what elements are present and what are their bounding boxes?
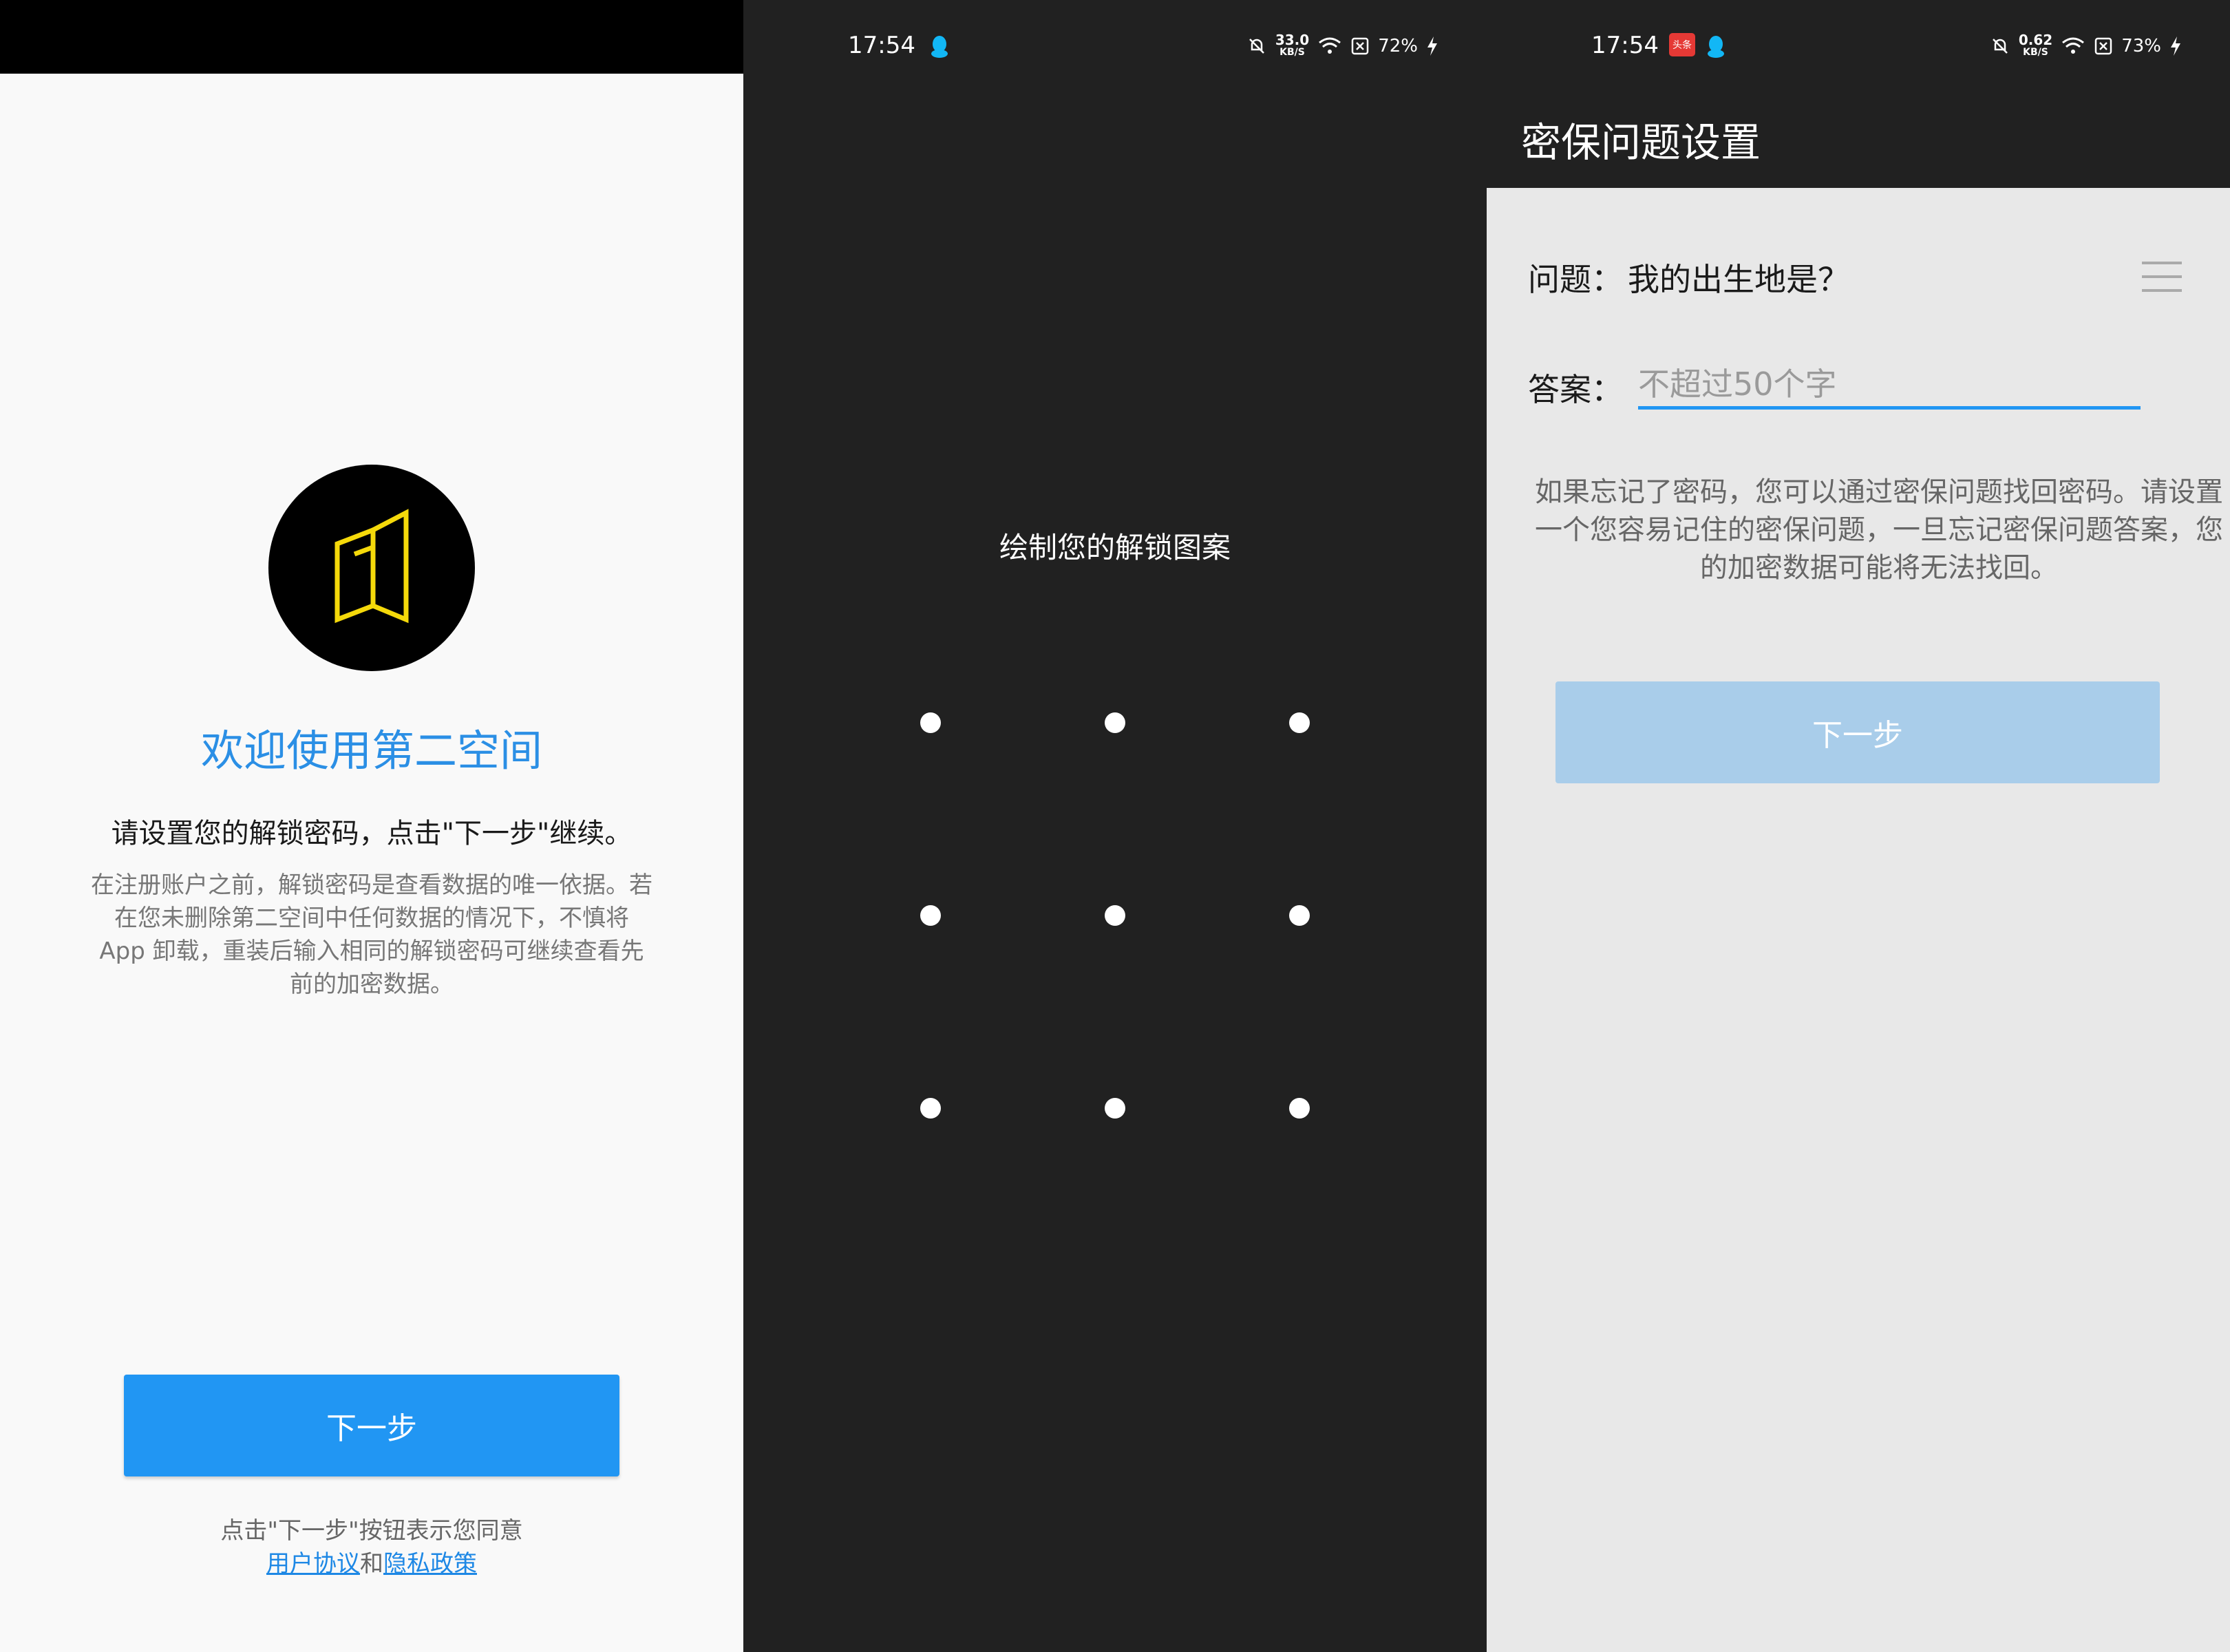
charging-icon	[2171, 36, 2180, 56]
instruction-text: 请设置您的解锁密码，点击"下一步"继续。	[111, 818, 633, 849]
hint-text: 如果忘记了密码，您可以通过密保问题找回密码。请设置一个您容易记住的密保问题，一旦…	[1535, 476, 2223, 584]
welcome-title: 欢迎使用第二空间	[200, 726, 542, 776]
qq-icon	[1708, 36, 1724, 58]
status-bar: 17:54 头条 0.62 KB/S 73%	[1487, 0, 2230, 93]
agree-text: 点击"下一步"按钮表示您同意	[220, 1517, 523, 1545]
bell-off-icon	[1992, 39, 2008, 54]
pattern-dot[interactable]	[1105, 1098, 1125, 1119]
pattern-dot[interactable]	[1289, 712, 1310, 733]
user-agreement-link[interactable]: 用户协议	[266, 1550, 360, 1578]
pattern-dot[interactable]	[1289, 1098, 1310, 1119]
pattern-dot[interactable]	[920, 905, 941, 926]
sim-error-icon	[1351, 37, 1369, 55]
pattern-dot[interactable]	[1105, 712, 1125, 733]
battery-percent: 72%	[1378, 36, 1418, 56]
description-text: 在注册账户之前，解锁密码是查看数据的唯一依据。若在您未删除第二空间中任何数据的情…	[91, 871, 652, 998]
next-button[interactable]: 下一步	[124, 1375, 619, 1476]
qq-icon	[931, 36, 948, 58]
pattern-title: 绘制您的解锁图案	[999, 531, 1231, 564]
status-icons: 0.62 KB/S 73%	[1990, 30, 2182, 62]
status-time: 17:54	[848, 32, 915, 59]
toutiao-icon: 头条	[1669, 33, 1695, 56]
question-value[interactable]: 我的出生地是？	[1628, 255, 1849, 300]
security-question-screen: 17:54 头条 0.62 KB/S 73% 密保问题设置 问题： 我的出生地是…	[1487, 0, 2230, 1652]
status-time: 17:54	[1591, 32, 1659, 59]
pattern-dot[interactable]	[920, 1098, 941, 1119]
network-speed: 33.0 KB/S	[1275, 32, 1310, 58]
next-button[interactable]: 下一步	[1555, 681, 2160, 783]
status-icons: 33.0 KB/S 72%	[1246, 30, 1438, 62]
page-title: 密保问题设置	[1521, 119, 1761, 166]
network-speed: 0.62 KB/S	[2018, 32, 2053, 58]
sim-error-icon	[2094, 37, 2112, 55]
pattern-dot[interactable]	[1289, 905, 1310, 926]
bell-off-icon	[1249, 39, 1264, 54]
charging-icon	[1427, 36, 1437, 56]
wifi-icon	[2062, 37, 2085, 54]
pattern-screen: 17:54 33.0 KB/S 72% 绘制您的解锁图案	[743, 0, 1487, 1652]
status-bar: 17:54 33.0 KB/S 72%	[743, 0, 1487, 93]
legal-links: 用户协议和隐私政策	[0, 1545, 743, 1578]
app-logo	[268, 465, 475, 671]
answer-input[interactable]	[1638, 361, 2141, 410]
answer-label: 答案：	[1528, 371, 1623, 408]
pattern-dot[interactable]	[1105, 905, 1125, 926]
menu-icon[interactable]	[2141, 260, 2183, 294]
pattern-dot[interactable]	[920, 712, 941, 733]
battery-percent: 73%	[2121, 36, 2161, 56]
privacy-policy-link[interactable]: 隐私政策	[383, 1550, 477, 1578]
welcome-screen: 欢迎使用第二空间 请设置您的解锁密码，点击"下一步"继续。 在注册账户之前，解锁…	[0, 0, 743, 1652]
door-icon	[334, 509, 409, 624]
status-bar	[0, 0, 743, 74]
wifi-icon	[1319, 37, 1341, 54]
question-label: 问题：	[1528, 261, 1623, 298]
and-text: 和	[360, 1550, 383, 1578]
